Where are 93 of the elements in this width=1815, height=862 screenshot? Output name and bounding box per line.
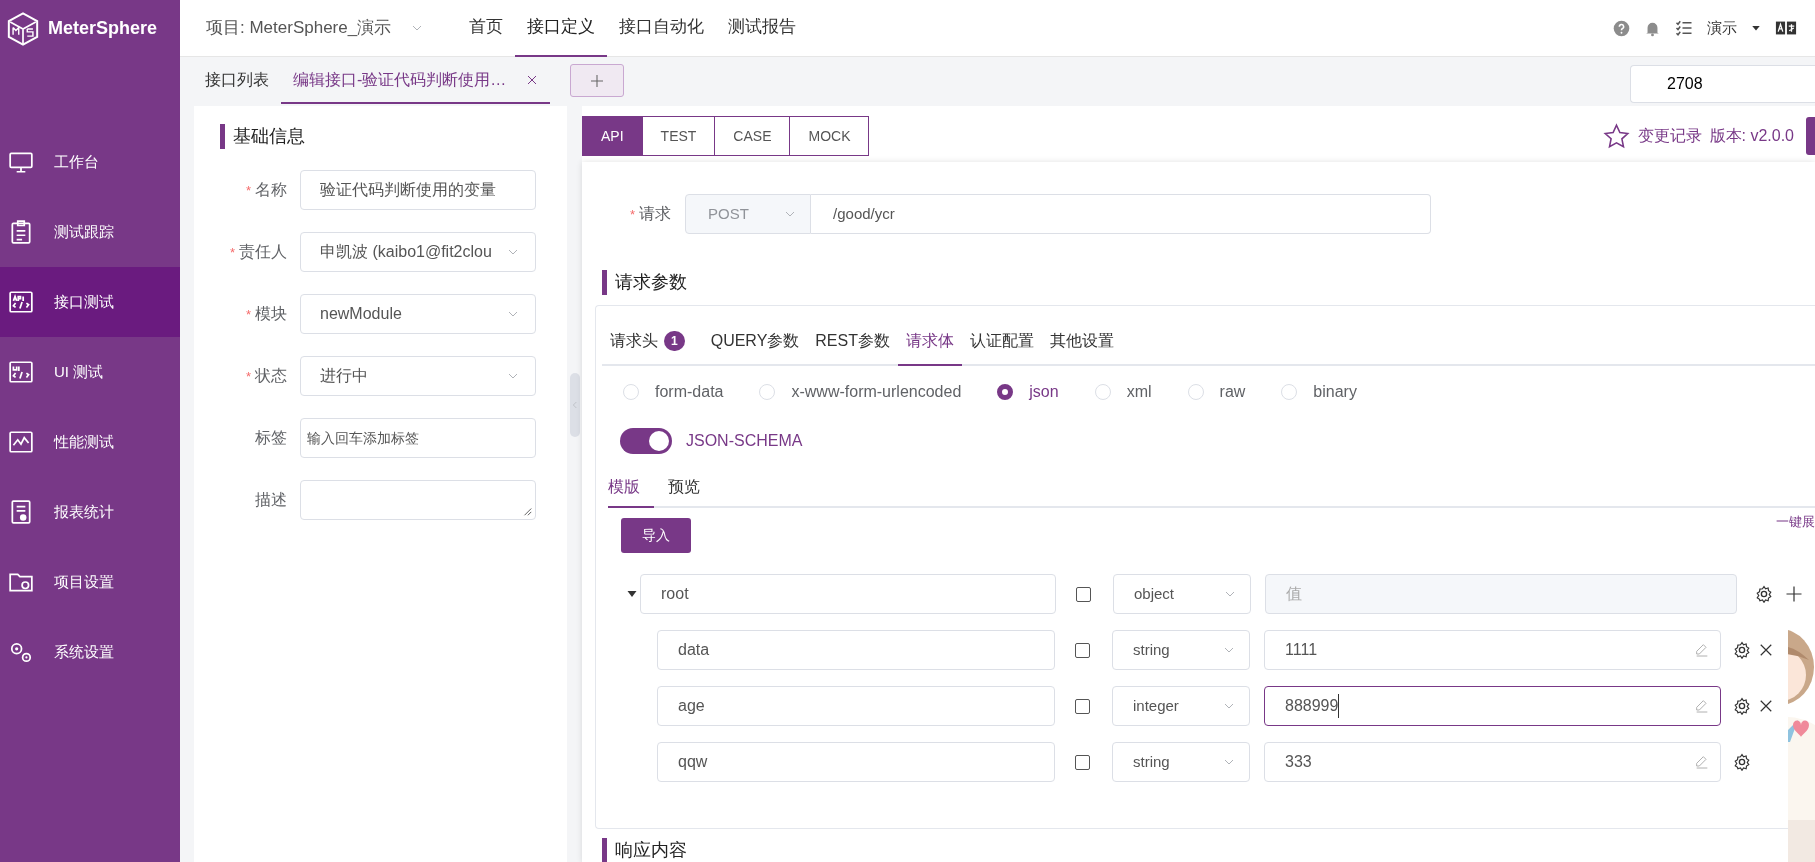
param-tab[interactable]: 其他设置 xyxy=(1041,318,1122,366)
edit-icon xyxy=(1694,642,1710,658)
sidebar-item[interactable]: 接口测试 xyxy=(0,267,180,337)
mode-tab[interactable]: TEST xyxy=(641,116,716,156)
sidebar-item[interactable]: 报表统计 xyxy=(0,477,180,547)
nav-tab[interactable]: 接口自动化 xyxy=(607,0,717,57)
view-tab[interactable]: 模版 xyxy=(608,468,654,508)
chart-icon xyxy=(8,429,34,455)
sidebar-item[interactable]: 工作台 xyxy=(0,127,180,197)
sidebar-label: 项目设置 xyxy=(54,571,114,592)
toggle-switch[interactable] xyxy=(620,428,672,454)
param-tab[interactable]: 请求体 xyxy=(897,318,962,366)
sidebar-item[interactable]: 系统设置 xyxy=(0,617,180,687)
view-tab[interactable]: 预览 xyxy=(668,468,714,508)
sidebar-item[interactable]: 性能测试 xyxy=(0,407,180,477)
radio-option[interactable]: form-data xyxy=(623,380,724,404)
field-label: 标签 xyxy=(254,428,288,448)
field-label: 描述 xyxy=(254,490,288,510)
mode-tab[interactable]: CASE xyxy=(714,116,791,156)
version-label: 版本: v2.0.0 xyxy=(1709,126,1794,146)
sidebar-item[interactable]: 项目设置 xyxy=(0,547,180,617)
settings-icon[interactable] xyxy=(1755,585,1773,603)
radio-option[interactable]: json xyxy=(997,380,1059,404)
api-icon xyxy=(8,289,34,315)
add-icon[interactable] xyxy=(1785,585,1803,603)
section-title: 基础信息 xyxy=(220,124,567,149)
field-label: * 名称 xyxy=(244,180,288,200)
sidebar-label: 接口测试 xyxy=(54,291,114,312)
settings-icon[interactable] xyxy=(1733,753,1751,771)
radio-button[interactable] xyxy=(997,384,1014,400)
close-icon[interactable] xyxy=(1759,699,1773,713)
mode-tab[interactable]: MOCK xyxy=(789,116,870,156)
text-input-field[interactable]: 验证代码判断使用的变量 xyxy=(300,170,536,210)
report-icon xyxy=(8,499,34,525)
document-tab[interactable]: 接口列表 xyxy=(193,57,281,104)
field-label: * 状态 xyxy=(244,366,288,386)
radio-option[interactable]: raw xyxy=(1187,380,1246,404)
project-select[interactable]: 项目: MeterSphere_演示 xyxy=(206,15,426,41)
mode-tab[interactable]: API xyxy=(582,116,643,156)
textarea-field[interactable] xyxy=(300,480,536,520)
field-label: * 模块 xyxy=(244,304,288,324)
app-name: MeterSphere xyxy=(48,17,158,40)
nav-tab[interactable]: 首页 xyxy=(457,0,516,57)
import-button[interactable]: 导入 xyxy=(621,518,691,553)
help-icon[interactable] xyxy=(1613,19,1630,37)
caret-down-icon xyxy=(1751,23,1761,33)
param-tab[interactable]: REST参数 xyxy=(807,318,898,366)
radio-option[interactable]: x-www-form-urlencoded xyxy=(759,380,962,404)
section-title: 请求参数 xyxy=(602,270,1815,295)
checklist-icon[interactable] xyxy=(1675,19,1693,37)
settings-icon[interactable] xyxy=(1733,697,1751,715)
select-field[interactable]: newModule xyxy=(300,294,536,334)
select-field[interactable]: 申凯波 (kaibo1@fit2clou xyxy=(300,232,536,272)
sidebar-item[interactable]: UI 测试 xyxy=(0,337,180,407)
close-icon[interactable] xyxy=(1759,643,1773,657)
sidebar-label: 性能测试 xyxy=(54,431,114,452)
search-field[interactable]: 2708 xyxy=(1630,64,1815,103)
document-tab[interactable]: 编辑接口-验证代码判断使用… xyxy=(281,57,551,104)
sidebar-label: 工作台 xyxy=(54,151,99,172)
param-tab[interactable]: QUERY参数 xyxy=(702,318,808,366)
radio-option[interactable]: binary xyxy=(1281,380,1357,404)
param-tab[interactable]: 请求头 1 xyxy=(602,318,693,366)
nav-tab[interactable]: 测试报告 xyxy=(716,0,809,57)
chevron-left-icon xyxy=(571,399,579,411)
monitor-icon xyxy=(8,149,34,175)
sidebar-label: 测试跟踪 xyxy=(54,221,114,242)
user-menu[interactable]: 演示 xyxy=(1707,16,1761,40)
edit-icon xyxy=(1694,698,1710,714)
settings-icon[interactable] xyxy=(1733,641,1751,659)
sidebar-label: 系统设置 xyxy=(54,641,114,662)
star-icon[interactable] xyxy=(1602,122,1630,150)
collapse-handle[interactable] xyxy=(570,373,580,437)
project-label: 项目: MeterSphere_演示 xyxy=(206,17,392,40)
sidebar-label: 报表统计 xyxy=(54,501,114,522)
clipboard-icon xyxy=(8,219,34,245)
select-field[interactable]: 进行中 xyxy=(300,356,536,396)
url-field[interactable]: /good/ycr xyxy=(811,194,1432,234)
expand-all-link[interactable]: 一键展 xyxy=(1776,512,1815,532)
param-tab[interactable]: 认证配置 xyxy=(961,318,1042,366)
plus-icon xyxy=(589,72,606,89)
close-icon[interactable] xyxy=(526,73,539,86)
radio-option[interactable]: xml xyxy=(1094,380,1152,404)
sidebar-label: UI 测试 xyxy=(54,361,104,382)
history-link[interactable]: 变更记录 xyxy=(1637,124,1702,148)
tag-input-field[interactable]: 输入回车添加标签 xyxy=(300,418,536,458)
edit-icon xyxy=(1694,754,1710,770)
count-badge: 1 xyxy=(664,331,685,351)
ui-icon xyxy=(8,359,34,385)
sidebar-item[interactable]: 测试跟踪 xyxy=(0,197,180,267)
resize-handle-icon xyxy=(523,507,532,516)
toggle-label: JSON-SCHEMA xyxy=(686,431,803,451)
field-label: * 请求 xyxy=(630,204,672,224)
field-label: * 责任人 xyxy=(228,242,288,262)
